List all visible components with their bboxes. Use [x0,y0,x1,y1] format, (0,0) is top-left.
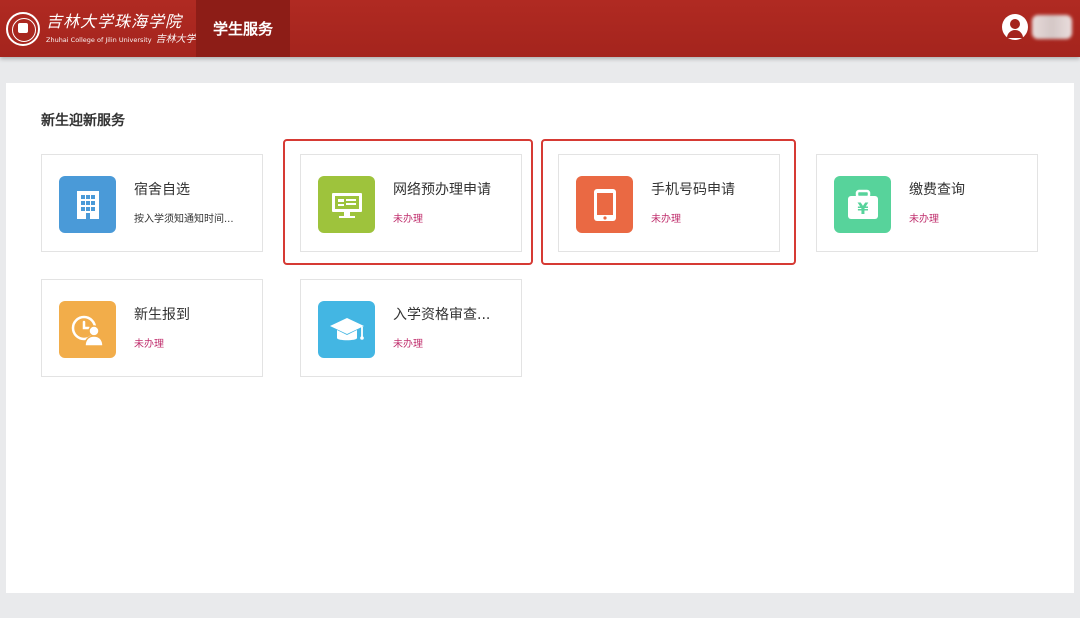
card-status: 未办理 [393,339,423,350]
section-title: 新生迎新服务 [41,113,125,129]
logo-signature: 吉林大学 [155,33,196,45]
card-status: 未办理 [909,214,939,225]
graduation-cap-icon [318,301,375,358]
service-card-enrollment-review[interactable]: 入学资格审查... 未办理 [300,279,522,377]
main-panel: 新生迎新服务 宿舍自选 按入学须知通知时间... 网络预办理申请 未办理 手机号… [6,83,1074,593]
service-card-dorm-selection[interactable]: 宿舍自选 按入学须知通知时间... [41,154,263,252]
card-title: 网络预办理申请 [393,182,491,198]
college-seal-icon [6,12,40,46]
yen-wallet-icon: ¥ [834,176,891,233]
card-title: 新生报到 [134,307,190,323]
card-status: 未办理 [134,339,164,350]
monitor-icon [318,176,375,233]
card-title: 宿舍自选 [134,182,190,198]
logo-text: 吉林大学珠海学院 Zhuhai College of Jilin Univers… [46,11,196,45]
card-status: 未办理 [651,214,681,225]
building-icon [59,176,116,233]
card-title: 缴费查询 [909,182,965,198]
svg-text:¥: ¥ [857,199,868,218]
logo-chinese-name: 吉林大学珠海学院 [46,11,183,31]
card-title: 入学资格审查... [393,307,491,323]
logo-english-name: Zhuhai College of Jilin University 吉林大学 [46,33,196,45]
card-title: 手机号码申请 [651,182,735,198]
user-avatar-icon[interactable] [1002,14,1028,40]
service-card-phone-application[interactable]: 手机号码申请 未办理 [558,154,780,252]
phone-icon [576,176,633,233]
clock-user-icon [59,301,116,358]
service-card-payment-query[interactable]: ¥ 缴费查询 未办理 [816,154,1038,252]
card-status: 未办理 [393,214,423,225]
top-header: 吉林大学珠海学院 Zhuhai College of Jilin Univers… [0,0,1080,57]
logo-english-text: Zhuhai College of Jilin University [46,35,152,44]
service-card-student-checkin[interactable]: 新生报到 未办理 [41,279,263,377]
username-redacted [1032,15,1072,39]
college-logo[interactable]: 吉林大学珠海学院 Zhuhai College of Jilin Univers… [6,8,196,50]
service-card-network-application[interactable]: 网络预办理申请 未办理 [300,154,522,252]
nav-tab-student-services[interactable]: 学生服务 [196,0,290,57]
card-status: 按入学须知通知时间... [134,214,234,225]
user-menu[interactable] [1002,14,1072,40]
